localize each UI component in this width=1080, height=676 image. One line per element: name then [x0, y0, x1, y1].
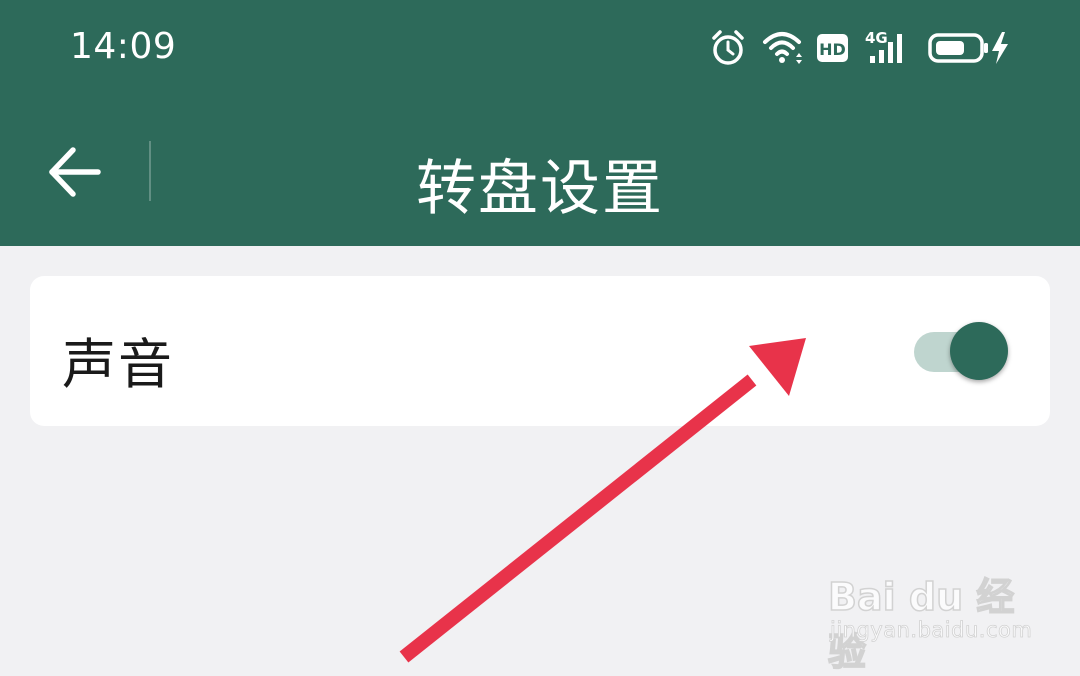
svg-text:4G: 4G [865, 29, 888, 47]
app-header: 14:09 HD 4G 转盘设置 [0, 0, 1080, 246]
svg-text:HD: HD [819, 40, 846, 59]
sound-setting-card: 声音 [30, 276, 1050, 426]
status-icons: HD 4G [708, 26, 1020, 70]
status-time: 14:09 [70, 26, 177, 67]
alarm-icon [712, 30, 744, 65]
battery-charging-icon [928, 32, 1008, 64]
sound-toggle-switch[interactable] [914, 320, 1014, 384]
signal-4g-icon: 4G [865, 29, 902, 63]
page-title: 转盘设置 [416, 154, 664, 224]
hd-icon: HD [817, 34, 848, 62]
sound-setting-label: 声音 [62, 333, 174, 396]
wifi-icon [763, 32, 802, 64]
baidu-jingyan-watermark: Bai du 经验 jingyan.baidu.com [827, 548, 1032, 675]
toggle-thumb [950, 322, 1008, 380]
watermark-url: jingyan.baidu.com [830, 618, 1033, 643]
